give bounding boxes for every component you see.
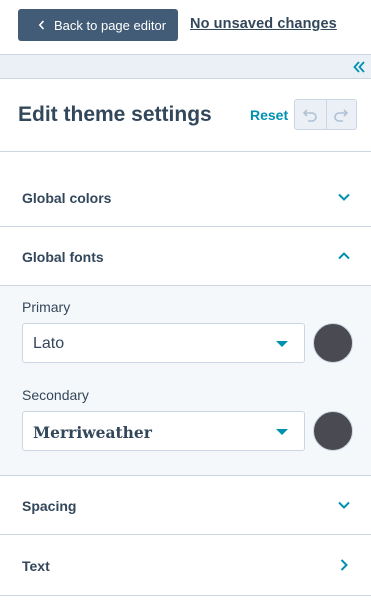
reset-button[interactable]: Reset [250, 107, 288, 123]
chevron-left-icon [38, 20, 45, 30]
primary-font-label: Primary [22, 299, 71, 315]
secondary-font-color-swatch[interactable] [313, 411, 353, 451]
section-label-global-colors: Global colors [22, 190, 112, 206]
secondary-font-select[interactable]: Merriweather [22, 411, 305, 451]
section-global-colors[interactable]: Global colors [0, 152, 371, 227]
primary-font-value: Lato [33, 335, 65, 352]
section-text[interactable]: Text [0, 535, 371, 596]
top-bar: Back to page editor No unsaved changes [0, 0, 371, 54]
section-label-global-fonts: Global fonts [22, 249, 104, 265]
theme-settings-header: Edit theme settings Reset [0, 79, 371, 152]
section-label-text: Text [22, 558, 50, 574]
primary-font-select[interactable]: Lato [22, 323, 305, 363]
secondary-font-value: Merriweather [33, 423, 152, 442]
sidebar-collapse-bar [0, 54, 371, 79]
page-title: Edit theme settings [18, 103, 212, 126]
redo-icon [334, 108, 349, 122]
section-global-fonts[interactable]: Global fonts [0, 227, 371, 286]
redo-button[interactable] [325, 100, 357, 129]
chevron-down-icon [338, 501, 350, 509]
section-spacing[interactable]: Spacing [0, 476, 371, 535]
caret-down-icon [276, 341, 288, 347]
undo-button[interactable] [295, 100, 326, 129]
global-fonts-panel: Primary Lato Secondary Merriweather [0, 286, 371, 476]
secondary-font-label: Secondary [22, 387, 89, 403]
undo-icon [303, 108, 318, 122]
back-button-label: Back to page editor [54, 17, 167, 33]
caret-down-icon [276, 429, 288, 435]
double-chevron-left-icon[interactable] [351, 59, 367, 75]
primary-font-color-swatch[interactable] [313, 323, 353, 363]
section-label-spacing: Spacing [22, 498, 77, 514]
chevron-up-icon [338, 252, 350, 260]
unsaved-changes-link[interactable]: No unsaved changes [190, 16, 337, 32]
chevron-down-icon [338, 193, 350, 201]
undo-redo-group [294, 99, 357, 130]
back-to-page-editor-button[interactable]: Back to page editor [18, 9, 178, 41]
chevron-right-icon [340, 559, 348, 571]
